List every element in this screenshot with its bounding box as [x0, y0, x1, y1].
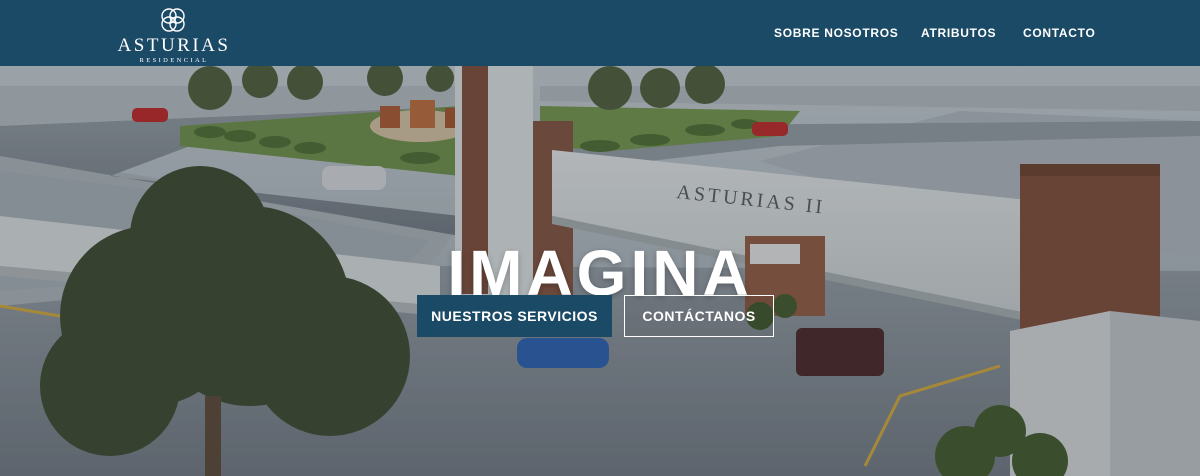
nav-link-atributos[interactable]: ATRIBUTOS: [921, 25, 996, 41]
interlaced-circles-icon: [161, 8, 185, 32]
brand-logo[interactable]: ASTURIAS RESIDENCIAL: [106, 5, 242, 64]
nav-link-sobre-nosotros[interactable]: SOBRE NOSOTROS: [774, 25, 898, 41]
navbar: ASTURIAS RESIDENCIAL SOBRE NOSOTROS ATRI…: [0, 0, 1200, 66]
hero-section: ASTURIAS II IMAGINA NUESTROS SERVICIOS C…: [0, 66, 1200, 476]
contact-button[interactable]: CONTÁCTANOS: [624, 295, 774, 337]
services-button[interactable]: NUESTROS SERVICIOS: [417, 295, 612, 337]
brand-name: ASTURIAS: [117, 35, 231, 56]
nav-link-contacto[interactable]: CONTACTO: [1023, 25, 1096, 41]
brand-subtitle: RESIDENCIAL: [139, 57, 209, 64]
